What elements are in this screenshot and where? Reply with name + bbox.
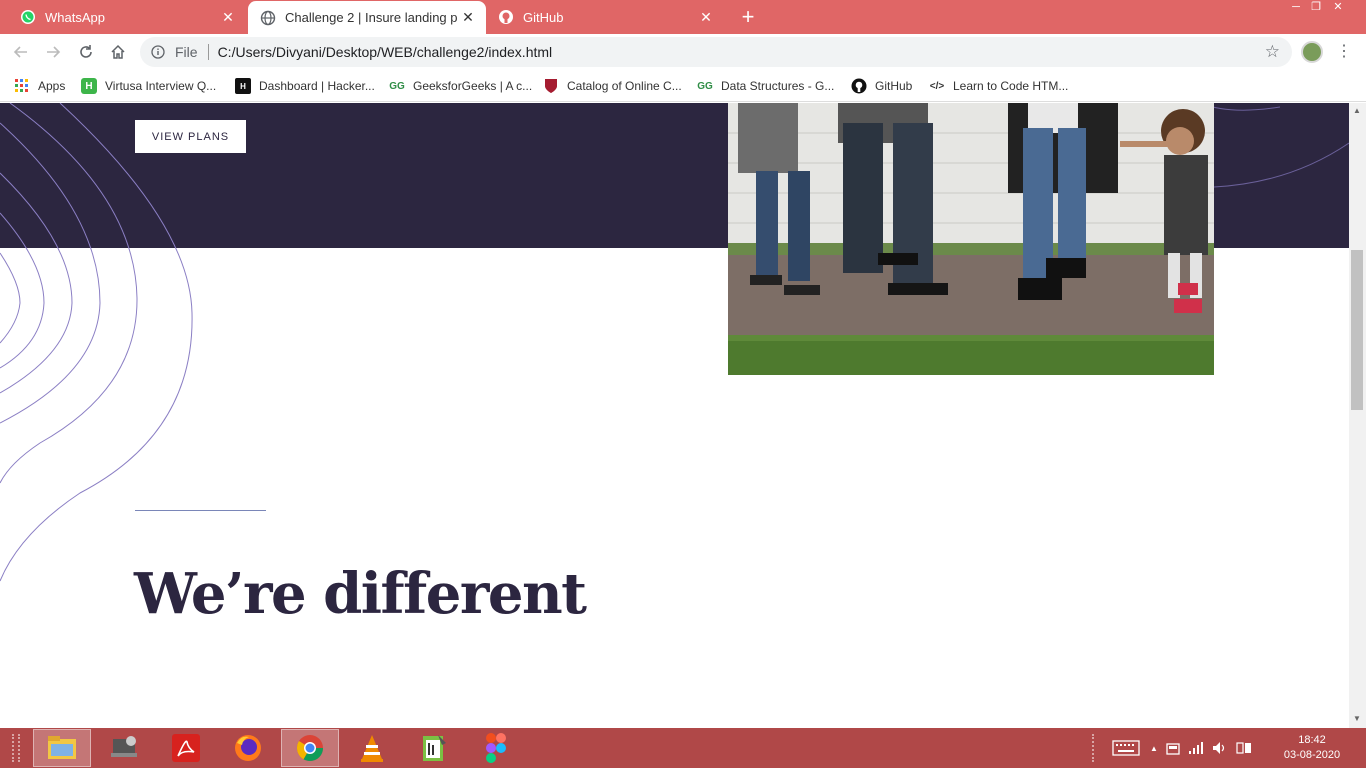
bookmark-label: GeeksforGeeks | A c... [413, 79, 533, 93]
notepad-icon [423, 735, 446, 761]
tray-grip [1092, 734, 1100, 762]
bookmark-label: Data Structures - G... [721, 79, 835, 93]
windows-taskbar: ▲ 18:42 03-08-2020 [0, 728, 1366, 768]
virtusa-icon: H [81, 78, 97, 94]
taskbar-notepad[interactable] [405, 729, 463, 767]
clock-date: 03-08-2020 [1283, 749, 1341, 761]
url-text[interactable]: C:/Users/Divyani/Desktop/WEB/challenge2/… [218, 44, 553, 60]
minimize-button[interactable]: ─ [1287, 0, 1305, 14]
bookmark-geeksforgeeks[interactable]: GG GeeksforGeeks | A c... [389, 77, 532, 95]
restore-button[interactable]: ❐ [1307, 0, 1325, 14]
address-bar[interactable]: File C:/Users/Divyani/Desktop/WEB/challe… [140, 37, 1292, 67]
tab-whatsapp[interactable]: WhatsApp ✕ [8, 0, 246, 34]
close-window-button[interactable]: ✕ [1329, 0, 1347, 14]
tab-title: Challenge 2 | Insure landing page [285, 10, 458, 25]
bookmark-data-structures[interactable]: GG Data Structures - G... [697, 77, 834, 95]
avatar[interactable] [1301, 41, 1323, 63]
code-brackets-icon: </> [929, 80, 945, 92]
bookmark-github[interactable]: GitHub [851, 77, 912, 95]
geeksforgeeks-icon: GG [389, 80, 405, 92]
scroll-down-icon[interactable]: ▼ [1353, 714, 1361, 723]
bookmark-label: Catalog of Online C... [567, 79, 682, 93]
signal-icon[interactable] [1188, 741, 1204, 755]
taskbar-chrome[interactable] [281, 729, 339, 767]
home-icon [111, 44, 125, 59]
github-icon [498, 9, 514, 25]
bookmark-apps[interactable]: Apps [14, 77, 65, 95]
globe-icon [260, 10, 276, 26]
bookmark-harvard-catalog[interactable]: Catalog of Online C... [543, 77, 682, 95]
chrome-icon [296, 735, 324, 762]
bookmark-label: Learn to Code HTM... [953, 79, 1069, 93]
taskbar-vlc[interactable] [343, 729, 401, 767]
taskbar-firefox[interactable] [219, 729, 277, 767]
arrow-left-icon [13, 46, 27, 58]
section-heading: We’re different [134, 561, 587, 627]
taskbar-grip [12, 734, 20, 762]
tab-strip: WhatsApp ✕ Challenge 2 | Insure landing … [0, 0, 1366, 34]
menu-kebab-icon[interactable]: ⋮ [1336, 40, 1352, 64]
forward-button[interactable] [41, 40, 65, 64]
scheme-label: File [175, 44, 198, 60]
settings-laptop-icon [111, 736, 137, 757]
keyboard-icon[interactable] [1112, 740, 1140, 756]
harvard-shield-icon [543, 78, 559, 94]
new-tab-button[interactable]: + [736, 4, 760, 30]
system-tray: ▲ [1092, 728, 1252, 768]
decorative-curves [0, 103, 193, 582]
taskbar-file-explorer[interactable] [33, 729, 91, 767]
file-explorer-icon [48, 736, 76, 759]
bookmark-label: Apps [38, 79, 66, 93]
tab-title: GitHub [523, 9, 564, 25]
close-icon[interactable]: ✕ [458, 9, 478, 26]
close-icon[interactable]: ✕ [218, 9, 238, 26]
tab-challenge2[interactable]: Challenge 2 | Insure landing page ✕ [248, 1, 486, 34]
apps-grid-icon [14, 78, 30, 94]
home-button[interactable] [106, 40, 130, 64]
info-icon[interactable] [151, 45, 165, 59]
page-viewport: VIEW PLANS We’re different [0, 103, 1349, 728]
bookmarks-bar: Apps H Virtusa Interview Q... H Dashboar… [0, 70, 1366, 102]
back-button[interactable] [9, 40, 33, 64]
bookmark-label: Dashboard | Hacker... [259, 79, 375, 93]
volume-icon[interactable] [1212, 741, 1228, 755]
tab-title: WhatsApp [45, 9, 105, 25]
clock-time: 18:42 [1298, 734, 1326, 746]
arrow-right-icon [47, 46, 61, 58]
bookmark-virtusa[interactable]: H Virtusa Interview Q... [81, 77, 216, 95]
bookmark-label: Virtusa Interview Q... [105, 79, 217, 93]
star-icon[interactable]: ☆ [1265, 42, 1280, 62]
bookmark-label: GitHub [875, 79, 913, 93]
scrollbar-thumb[interactable] [1351, 250, 1363, 410]
figma-icon [486, 733, 506, 763]
action-center-icon[interactable] [1236, 741, 1252, 755]
hackerrank-icon: H [235, 78, 251, 94]
acrobat-icon [172, 734, 200, 762]
bookmark-learn-html[interactable]: </> Learn to Code HTM... [929, 77, 1069, 95]
section-divider-line [135, 510, 266, 511]
taskbar-clock[interactable]: 18:42 03-08-2020 [1282, 733, 1342, 763]
github-icon [851, 78, 867, 94]
separator [207, 44, 209, 60]
reload-button[interactable] [74, 40, 98, 64]
reload-icon [80, 45, 92, 58]
geeksforgeeks-icon: GG [697, 80, 713, 92]
chevron-up-icon[interactable]: ▲ [1150, 744, 1158, 753]
family-photo [728, 103, 1214, 375]
tab-github[interactable]: GitHub ✕ [486, 0, 724, 34]
taskbar-settings-laptop[interactable] [95, 729, 153, 767]
bookmark-hackerrank[interactable]: H Dashboard | Hacker... [235, 77, 375, 95]
battery-network-icon[interactable] [1166, 741, 1180, 755]
page-scrollbar[interactable]: ▲ ▼ [1349, 103, 1366, 728]
taskbar-acrobat[interactable] [157, 729, 215, 767]
taskbar-figma[interactable] [467, 729, 525, 767]
scroll-up-icon[interactable]: ▲ [1353, 106, 1361, 115]
whatsapp-icon [20, 9, 36, 25]
browser-toolbar: File C:/Users/Divyani/Desktop/WEB/challe… [0, 34, 1366, 70]
vlc-icon [361, 735, 383, 762]
firefox-icon [235, 735, 261, 761]
close-icon[interactable]: ✕ [696, 9, 716, 26]
